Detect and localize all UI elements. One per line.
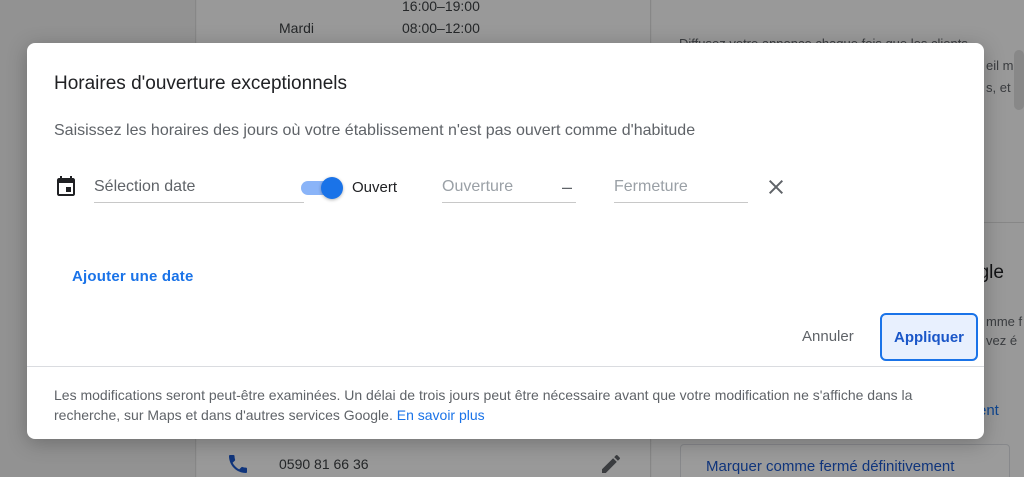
- switch-thumb: [321, 177, 343, 199]
- close-icon[interactable]: [764, 175, 788, 199]
- cancel-button[interactable]: Annuler: [802, 328, 854, 345]
- calendar-icon[interactable]: [54, 175, 78, 199]
- open-toggle-label: Ouvert: [352, 179, 398, 196]
- closing-time-field[interactable]: Fermeture: [614, 171, 748, 203]
- time-range-dash: –: [562, 177, 573, 197]
- open-toggle-switch[interactable]: [299, 177, 343, 199]
- footer-note: Les modifications seront peut-être exami…: [54, 385, 934, 425]
- dialog-title: Horaires d'ouverture exceptionnels: [54, 73, 348, 94]
- footer-divider: [27, 366, 984, 367]
- scrollbar[interactable]: [1014, 50, 1024, 110]
- apply-button[interactable]: Appliquer: [880, 313, 978, 361]
- date-select-field[interactable]: Sélection date: [94, 171, 304, 203]
- add-date-button[interactable]: Ajouter une date: [72, 268, 194, 285]
- dialog-subtitle: Saisissez les horaires des jours où votr…: [54, 122, 696, 139]
- opening-time-field[interactable]: Ouverture: [442, 171, 576, 203]
- special-hours-dialog: Horaires d'ouverture exceptionnels Saisi…: [27, 43, 984, 439]
- learn-more-link[interactable]: En savoir plus: [397, 407, 485, 423]
- special-hours-row: Sélection date Ouvert Ouverture – Fermet…: [54, 171, 954, 205]
